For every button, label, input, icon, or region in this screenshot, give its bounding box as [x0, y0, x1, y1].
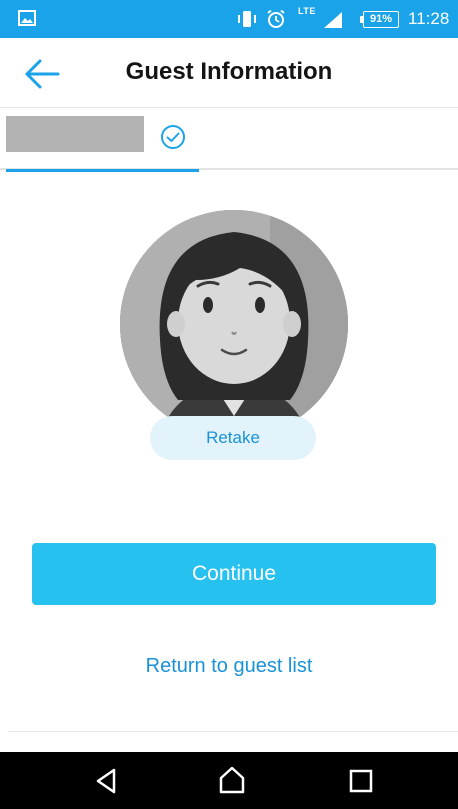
check-circle-icon — [161, 125, 185, 149]
return-to-guest-list-link[interactable]: Return to guest list — [0, 655, 458, 678]
signal-icon — [324, 12, 342, 28]
home-icon[interactable] — [216, 764, 248, 796]
status-bar: LTE 91% 11:28 — [0, 0, 458, 38]
tab-active-indicator — [6, 169, 199, 172]
divider — [8, 731, 458, 732]
page-title: Guest Information — [125, 58, 333, 85]
alarm-icon — [267, 9, 285, 28]
status-time: 11:28 — [408, 9, 450, 28]
network-type-label: LTE — [298, 6, 316, 16]
continue-button[interactable]: Continue — [32, 543, 436, 605]
system-nav-bar — [0, 752, 458, 809]
redacted-tab-label — [6, 116, 144, 152]
app-header: Guest Information — [0, 38, 458, 108]
gallery-icon — [18, 10, 36, 26]
square-recents-icon[interactable] — [348, 768, 374, 794]
vibrate-icon — [238, 11, 256, 27]
guest-photo — [120, 210, 348, 438]
guest-photo-illustration — [120, 210, 348, 438]
triangle-back-icon[interactable] — [92, 766, 122, 796]
tab-bar — [0, 108, 458, 172]
battery-indicator: 91% — [360, 11, 399, 28]
tab-guest[interactable] — [6, 108, 199, 172]
retake-button[interactable]: Retake — [150, 416, 316, 460]
